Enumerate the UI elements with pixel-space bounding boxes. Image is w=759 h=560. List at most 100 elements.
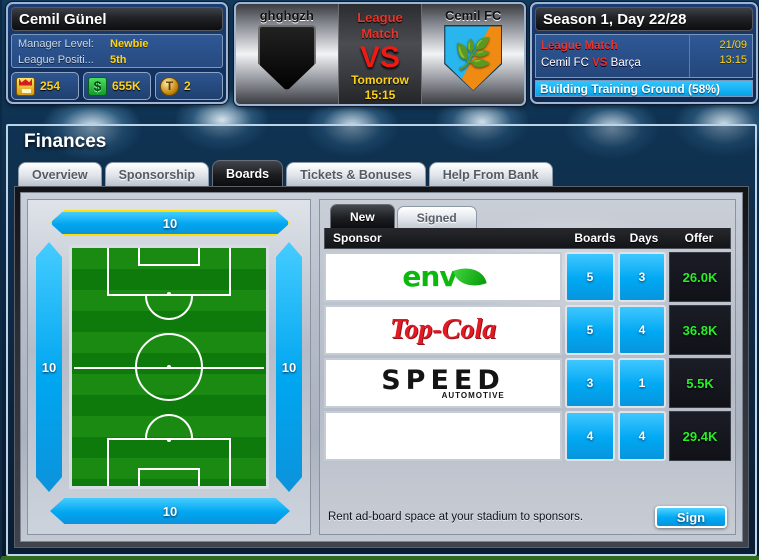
penalty-arc-bottom [145,414,193,438]
sponsor-days-value[interactable]: 4 [618,305,666,355]
table-row[interactable]: Top-Cola 5 4 36.8K [324,305,731,355]
sponsor-days-value[interactable]: 3 [618,252,666,302]
home-team-block: ghghgzh [236,4,338,104]
calendar-event-time: 13:15 [719,54,747,66]
ad-board-top[interactable]: 10 [50,210,290,236]
trophy-icon [16,76,35,96]
ad-board-bottom[interactable]: 10 [50,498,290,524]
sponsor-days-value[interactable]: 4 [618,411,666,461]
table-row[interactable]: 4 4 29.4K [324,411,731,461]
match-day-label: Tomorrow [351,73,409,87]
sponsor-boards-value[interactable]: 3 [565,358,615,408]
sub-tab-new[interactable]: New [330,204,395,228]
home-team-crest [257,25,316,91]
finances-window: Finances Overview Sponsorship Boards Tic… [6,124,757,556]
match-vs-label: VS [359,41,401,74]
manager-panel[interactable]: Cemil Günel Manager Level: Newbie League… [6,2,228,104]
sponsor-sub-tab-strip: New Signed [324,204,731,228]
away-team-crest: 🌿 [444,25,503,91]
match-type-line1: League [357,10,403,25]
ad-board-right[interactable]: 10 [276,242,302,492]
calendar-event-home: Cemil FC [541,57,589,69]
goal-area-top [138,248,200,266]
money-icon: $ [88,76,107,96]
calendar-event-row[interactable]: League Match Cemil FC VS Barça 21/09 13:… [535,34,753,78]
laurel-wreath-icon: 🌿 [454,38,492,72]
calendar-event-fixture: Cemil FC VS Barça [541,54,684,72]
calendar-event-away: Barça [610,57,641,69]
sign-button[interactable]: Sign [655,506,727,528]
ad-board-left[interactable]: 10 [36,242,62,492]
resource-fans[interactable]: 254 [11,72,79,100]
table-row[interactable]: env 5 3 26.0K [324,252,731,302]
sponsor-logo-cell[interactable]: env [324,252,562,302]
season-panel[interactable]: Season 1, Day 22/28 League Match Cemil F… [530,2,758,104]
match-center-block: League Match VS Tomorrow 15:15 [337,4,423,104]
penalty-arc-top [145,296,193,320]
manager-level-label: Manager Level: [18,38,94,50]
resource-fans-value: 254 [40,79,61,93]
center-spot [167,365,171,369]
away-team-name: Cemil FC [445,8,502,23]
resource-tokens[interactable]: T 2 [155,72,223,100]
column-header-boards: Boards [574,231,616,245]
boards-panel: 10 10 10 10 New Signed Sponsor Boards Da… [20,192,743,542]
match-time-label: 15:15 [364,88,396,102]
sponsor-offer-value: 29.4K [669,411,731,461]
resource-tokens-value: 2 [184,79,191,93]
sponsor-offer-value: 26.0K [669,252,731,302]
calendar-event-when: 21/09 13:15 [690,35,752,77]
sponsor-boards-value[interactable]: 5 [565,252,615,302]
match-type-line2: Match [361,26,399,41]
shield-icon: 🌿 [444,25,503,91]
build-status-bar[interactable]: Building Training Ground (58%) [535,80,753,97]
tab-tickets-bonuses[interactable]: Tickets & Bonuses [286,162,426,186]
sponsor-table-header: Sponsor Boards Days Offer [324,228,731,249]
tab-overview[interactable]: Overview [18,162,102,186]
resource-money-value: 655K [112,79,141,93]
env-logo-text: env [402,260,457,293]
manager-level-value: Newbie [110,38,149,50]
season-title: Season 1, Day 22/28 [535,7,753,31]
top-hud: Cemil Günel Manager Level: Newbie League… [2,0,759,112]
table-row[interactable]: SPEED AUTOMOTIVE 3 1 5.5K [324,358,731,408]
manager-stats: Manager Level: Newbie League Positi... 5… [11,34,223,68]
env-logo-icon: env [402,260,487,293]
page-title: Finances [24,131,107,152]
column-header-sponsor: Sponsor [333,231,382,245]
sponsor-offer-value: 36.8K [669,305,731,355]
game-screen: Cemil Günel Manager Level: Newbie League… [0,0,759,560]
column-header-days: Days [629,231,659,245]
window-header: Finances [8,126,755,160]
calendar-event-date: 21/09 [719,39,747,51]
manager-level-row: Manager Level: Newbie [18,36,216,52]
league-position-value: 5th [110,54,127,66]
leaf-icon [452,262,487,292]
sponsor-offer-value: 5.5K [669,358,731,408]
tab-boards[interactable]: Boards [212,160,284,186]
penalty-spot-bottom [167,438,171,442]
sub-tab-signed[interactable]: Signed [396,206,477,228]
sponsor-days-value[interactable]: 1 [618,358,666,408]
tab-help-from-bank[interactable]: Help From Bank [428,162,553,186]
home-team-name: ghghgzh [259,8,314,23]
calendar-event-vs: VS [592,57,608,69]
tab-sponsorship[interactable]: Sponsorship [104,162,209,186]
sponsor-panel-footer: Rent ad-board space at your stadium to s… [324,504,731,530]
resource-money[interactable]: $ 655K [83,72,151,100]
stadium-board-selector: 10 10 10 10 [27,199,311,535]
sponsor-boards-value[interactable]: 5 [565,305,615,355]
sponsor-logo-cell[interactable]: Top-Cola [324,305,562,355]
league-position-label: League Positi... [18,54,94,66]
sponsor-boards-value[interactable]: 4 [565,411,615,461]
calendar-event-info: League Match Cemil FC VS Barça [536,35,690,77]
away-team-block: Cemil FC 🌿 [422,4,524,104]
goal-area-bottom [138,468,200,486]
sponsor-logo-cell[interactable] [324,411,562,461]
sponsor-logo-cell[interactable]: SPEED AUTOMOTIVE [324,358,562,408]
pitch-diagram [69,245,269,489]
speed-automotive-logo-icon: SPEED AUTOMOTIVE [381,367,505,400]
calendar-event-type: League Match [541,40,618,52]
window-body: 10 10 10 10 New Signed Sponsor Boards Da… [14,186,749,548]
next-match-panel[interactable]: ghghgzh League Match VS Tomorrow 15:15 C… [234,2,526,106]
